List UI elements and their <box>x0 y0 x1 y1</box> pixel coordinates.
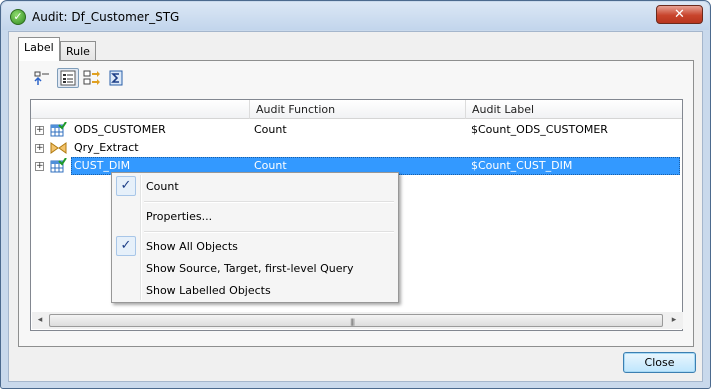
table-row[interactable]: + ODS_CUSTOMER Count $Count_ODS_CUSTOMER <box>31 121 682 139</box>
column-header-object[interactable] <box>31 100 249 119</box>
menu-item-show-labelled[interactable]: Show Labelled Objects <box>114 279 396 301</box>
column-header-audit-label[interactable]: Audit Label <box>465 100 682 119</box>
menu-item-show-all-objects[interactable]: ✓ Show All Objects <box>114 235 396 257</box>
row-audit-function[interactable]: Count <box>254 159 287 172</box>
scrollbar-thumb[interactable]: ||| <box>49 314 663 327</box>
row-object-name: Qry_Extract <box>74 141 139 154</box>
tab-rule[interactable]: Rule <box>60 41 96 62</box>
row-object-name: ODS_CUSTOMER <box>74 123 166 136</box>
row-audit-function[interactable]: Count <box>254 123 287 136</box>
menu-item-label: Show Source, Target, first-level Query <box>146 262 354 275</box>
table-icon <box>50 158 67 173</box>
check-icon: ✓ <box>116 176 136 196</box>
properties-view-icon[interactable] <box>57 68 79 88</box>
expand-icon[interactable]: + <box>35 126 44 135</box>
menu-item-properties[interactable]: Properties... <box>114 205 396 227</box>
audit-dialog: ✓ Audit: Df_Customer_STG ✕ Label Rule Au… <box>0 0 711 389</box>
row-object-name: CUST_DIM <box>74 159 131 172</box>
menu-separator <box>144 201 394 203</box>
menu-item-label: Show All Objects <box>146 240 238 253</box>
horizontal-scrollbar[interactable]: ◂ ||| ▸ <box>32 312 683 329</box>
table-row[interactable]: + Qry_Extract <box>31 139 682 157</box>
menu-item-show-source-target[interactable]: Show Source, Target, first-level Query <box>114 257 396 279</box>
title-bar[interactable]: ✓ Audit: Df_Customer_STG ✕ <box>2 2 709 30</box>
close-button[interactable]: Close <box>623 352 696 373</box>
scrollbar-grip: ||| <box>350 318 355 326</box>
show-labelled-icon[interactable] <box>105 68 127 88</box>
menu-item-label: Show Labelled Objects <box>146 284 271 297</box>
column-header-audit-function[interactable]: Audit Function <box>249 100 465 119</box>
menu-item-label: Properties... <box>146 210 213 223</box>
window-close-button[interactable]: ✕ <box>656 5 703 24</box>
expand-collapse-icon[interactable] <box>31 68 53 88</box>
menu-item-label: Count <box>146 180 179 193</box>
table-icon <box>50 122 67 137</box>
row-audit-label[interactable]: $Count_ODS_CUSTOMER <box>471 123 608 136</box>
show-source-target-icon[interactable] <box>81 68 103 88</box>
expand-icon[interactable]: + <box>35 144 44 153</box>
context-menu: ✓ Count Properties... ✓ Show All Objects… <box>111 172 399 303</box>
menu-item-count[interactable]: ✓ Count <box>114 175 396 197</box>
app-check-icon: ✓ <box>10 9 26 25</box>
row-audit-label[interactable]: $Count_CUST_DIM <box>471 159 572 172</box>
tab-label[interactable]: Label <box>18 37 60 61</box>
query-icon <box>50 142 67 154</box>
menu-separator <box>144 231 394 233</box>
expand-icon[interactable]: + <box>35 162 44 171</box>
scroll-right-arrow-icon[interactable]: ▸ <box>669 315 679 326</box>
window-title: Audit: Df_Customer_STG <box>32 10 180 24</box>
scroll-left-arrow-icon[interactable]: ◂ <box>35 315 45 326</box>
table-header: Audit Function Audit Label <box>31 100 682 119</box>
check-icon: ✓ <box>116 236 136 256</box>
